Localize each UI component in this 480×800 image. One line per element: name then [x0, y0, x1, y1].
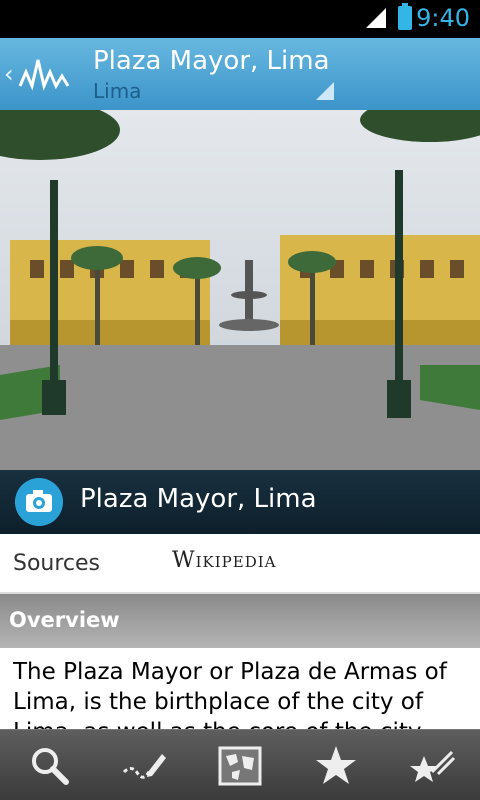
signal-icon [366, 8, 386, 28]
back-icon[interactable]: ‹ [4, 60, 14, 88]
photo-caption-bar: Plaza Mayor, Lima [0, 470, 480, 534]
search-icon[interactable] [26, 742, 74, 790]
edit-icon[interactable] [120, 742, 168, 790]
dropdown-indicator-icon[interactable] [316, 82, 334, 100]
favorites-icon[interactable] [408, 742, 456, 790]
bottom-tab-bar [0, 729, 480, 800]
location-photo[interactable] [0, 110, 480, 470]
caption-title: Plaza Mayor, Lima [80, 484, 317, 514]
clock: 9:40 [416, 4, 470, 32]
page-subtitle[interactable]: Lima [93, 79, 141, 103]
battery-icon [398, 3, 412, 30]
sources-row: Sources Wikipedia [0, 534, 480, 594]
status-bar: 9:40 [0, 0, 480, 38]
app-header: ‹ Plaza Mayor, Lima Lima [0, 38, 480, 112]
star-icon[interactable] [312, 742, 360, 790]
app-logo-icon[interactable] [18, 54, 70, 94]
overview-text: The Plaza Mayor or Plaza de Armas of Lim… [13, 659, 447, 730]
wikipedia-source-link[interactable]: Wikipedia [172, 548, 277, 573]
sources-label: Sources [13, 551, 101, 576]
overview-header: Overview [0, 594, 480, 648]
camera-icon[interactable] [15, 478, 63, 526]
overview-heading: Overview [9, 608, 120, 632]
page-title: Plaza Mayor, Lima [93, 46, 330, 76]
map-icon[interactable] [216, 742, 264, 790]
